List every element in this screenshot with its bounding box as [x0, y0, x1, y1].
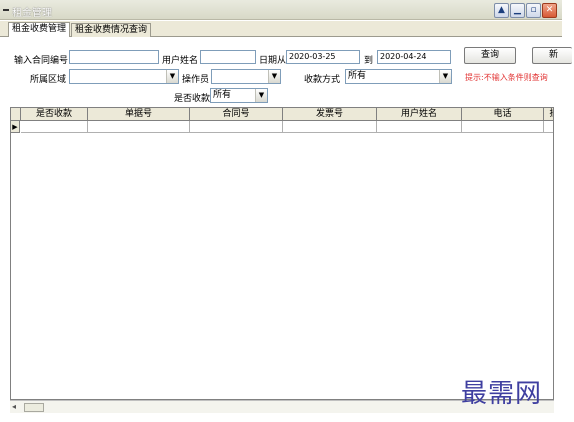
table-cell[interactable]: [462, 121, 544, 133]
query-button[interactable]: 查询: [464, 47, 516, 64]
chevron-down-icon[interactable]: ▼: [166, 70, 178, 83]
tab-rent-charge-management[interactable]: 租金收费管理: [8, 22, 71, 38]
watermark-logo: 最需网: [461, 379, 543, 409]
restore-button[interactable]: ▫: [526, 3, 541, 18]
pay-method-select-value: 所有: [348, 71, 367, 81]
collected-label: 是否收款: [174, 94, 211, 104]
new-button[interactable]: 新: [532, 47, 572, 64]
table-cell[interactable]: [544, 121, 553, 133]
close-button[interactable]: ✕: [542, 3, 557, 18]
data-grid[interactable]: 是否收款 单据号 合同号 发票号 用户姓名 电话 摘要 ▶: [10, 107, 554, 400]
column-header-summary[interactable]: 摘要: [544, 108, 553, 121]
table-cell[interactable]: [283, 121, 377, 133]
username-label: 用户姓名: [162, 56, 199, 66]
area-label: 所属区域: [30, 75, 67, 85]
window-menu-icon[interactable]: [3, 9, 9, 11]
column-header-doc-no[interactable]: 单据号: [88, 108, 190, 121]
operator-select[interactable]: ▼: [211, 69, 281, 84]
tab-strip: 租金收费管理 租金收费情况查询: [0, 21, 562, 38]
area-select[interactable]: ▼: [69, 69, 179, 84]
date-to-input[interactable]: 2020-04-24: [377, 50, 451, 64]
operator-label: 操作员: [182, 75, 210, 85]
column-header-username[interactable]: 用户姓名: [377, 108, 462, 121]
query-hint: 提示:不输入条件则查询: [465, 73, 548, 82]
title-bar: 租金管理 ▲ ▁ ▫ ✕: [0, 0, 562, 20]
scroll-thumb[interactable]: [24, 403, 44, 412]
collected-select[interactable]: 所有 ▼: [210, 88, 268, 103]
window-title: 租金管理: [12, 8, 52, 19]
table-cell[interactable]: [377, 121, 462, 133]
username-input[interactable]: [200, 50, 256, 64]
collected-select-value: 所有: [213, 90, 232, 100]
pay-method-label: 收款方式: [304, 75, 341, 85]
date-to-label: 到: [364, 56, 374, 66]
column-header-phone[interactable]: 电话: [462, 108, 544, 121]
date-from-label: 日期从: [259, 56, 287, 66]
chevron-down-icon[interactable]: ▼: [439, 70, 451, 83]
contract-no-input[interactable]: [69, 50, 159, 64]
scroll-left-icon[interactable]: ◂: [12, 402, 16, 411]
contract-no-label: 输入合同编号: [14, 56, 69, 66]
grid-header: 是否收款 单据号 合同号 发票号 用户姓名 电话 摘要: [11, 108, 553, 121]
row-indicator-icon: ▶: [11, 121, 20, 133]
minimize-button[interactable]: ▁: [510, 3, 525, 18]
pay-method-select[interactable]: 所有 ▼: [345, 69, 452, 84]
grid-corner: [11, 108, 21, 121]
column-header-contract-no[interactable]: 合同号: [190, 108, 283, 121]
column-header-collected[interactable]: 是否收款: [21, 108, 88, 121]
table-cell[interactable]: [88, 121, 190, 133]
date-from-input[interactable]: 2020-03-25: [286, 50, 360, 64]
chevron-down-icon[interactable]: ▼: [255, 89, 267, 102]
table-cell[interactable]: [21, 121, 88, 133]
column-header-invoice-no[interactable]: 发票号: [283, 108, 377, 121]
table-cell[interactable]: [190, 121, 283, 133]
help-button[interactable]: ▲: [494, 3, 509, 18]
tab-rent-charge-query[interactable]: 租金收费情况查询: [71, 23, 152, 37]
chevron-down-icon[interactable]: ▼: [268, 70, 280, 83]
